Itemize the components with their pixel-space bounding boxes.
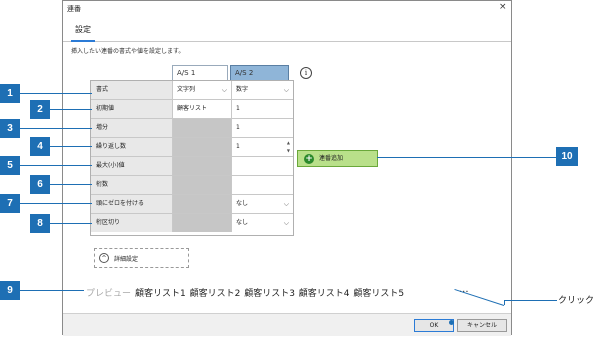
- format-select-as1[interactable]: 文字列 ⌵: [173, 81, 232, 99]
- settings-grid: 書式 文字列 ⌵ 数字 ⌵ 初期値 顧客リスト 1 増分 1 繰り返し数 1 ▲ ▼ 最…: [90, 80, 294, 236]
- chevron-down-icon: ⌵: [283, 200, 289, 208]
- info-icon[interactable]: i: [300, 67, 312, 79]
- row-label: 書式: [91, 81, 173, 99]
- callout-badge-1: 1: [0, 84, 20, 103]
- separator-select-as2[interactable]: なし ⌵: [232, 214, 293, 232]
- close-icon[interactable]: ×: [499, 2, 507, 12]
- tab-bar: 設定: [63, 19, 511, 42]
- row-label: 初期値: [91, 100, 173, 118]
- repeat-as1-disabled: [173, 138, 232, 156]
- cell-value: 1: [236, 143, 240, 150]
- chevron-up-circle-icon: ^: [99, 253, 109, 263]
- increment-as2[interactable]: 1: [232, 119, 293, 137]
- callout-line-2: [50, 109, 92, 110]
- cell-value: 数字: [236, 86, 249, 93]
- cancel-button[interactable]: キャンセル: [457, 319, 507, 332]
- initial-value-as2[interactable]: 1: [232, 100, 293, 118]
- detail-settings-label: 詳細設定: [114, 256, 139, 263]
- callout-line-5: [20, 165, 92, 166]
- digits-as2[interactable]: [232, 176, 293, 194]
- increment-as1-disabled: [173, 119, 232, 137]
- grid-row-digits: 桁数: [91, 176, 293, 195]
- chevron-down-icon: ⌵: [221, 86, 227, 94]
- dialog-footer: OK キャンセル: [63, 313, 511, 336]
- row-label: 最大(小)値: [91, 157, 173, 175]
- plus-circle-icon: +: [304, 154, 314, 164]
- ok-button[interactable]: OK: [414, 319, 454, 332]
- row-label: 増分: [91, 119, 173, 137]
- click-callout-line-h: [505, 300, 557, 301]
- callout-badge-3: 3: [0, 119, 20, 138]
- callout-line-10: [377, 157, 556, 158]
- separator-as1-disabled: [173, 214, 232, 232]
- repeat-stepper-as2[interactable]: 1 ▲ ▼: [232, 138, 293, 156]
- detail-settings-button[interactable]: ^ 詳細設定: [94, 248, 189, 268]
- cell-value: なし: [236, 219, 249, 226]
- callout-line-9: [20, 290, 84, 291]
- chevron-down-icon: ⌵: [283, 219, 289, 227]
- cell-value: 文字列: [177, 86, 196, 93]
- add-sequence-label: 連番追加: [319, 155, 344, 162]
- callout-badge-2: 2: [30, 100, 50, 119]
- click-callout: クリック: [558, 296, 595, 306]
- row-label: 桁数: [91, 176, 173, 194]
- callout-badge-5: 5: [0, 156, 20, 175]
- callout-badge-9: 9: [0, 281, 20, 300]
- format-select-as2[interactable]: 数字 ⌵: [232, 81, 293, 99]
- leading-zero-as1-disabled: [173, 195, 232, 213]
- row-label: 桁区切り: [91, 214, 173, 232]
- preview-label: プレビュー: [86, 289, 132, 299]
- grid-row-leading-zero: 頭にゼロを付ける なし ⌵: [91, 195, 293, 214]
- row-label: 繰り返し数: [91, 138, 173, 156]
- cell-value: なし: [236, 200, 249, 207]
- callout-badge-10: 10: [556, 147, 578, 166]
- initial-value-as1[interactable]: 顧客リスト: [173, 100, 232, 118]
- row-label: 頭にゼロを付ける: [91, 195, 173, 213]
- preview-text: 顧客リスト1 顧客リスト2 顧客リスト3 顧客リスト4 顧客リスト5: [135, 289, 405, 299]
- dialog-title: 連番: [67, 5, 81, 13]
- grid-row-increment: 増分 1: [91, 119, 293, 138]
- spinner-icon[interactable]: ▲ ▼: [287, 139, 290, 155]
- add-sequence-button[interactable]: + 連番追加: [297, 150, 378, 167]
- tab-settings[interactable]: 設定: [71, 24, 95, 42]
- click-marker: [449, 320, 454, 325]
- callout-line-7: [20, 203, 92, 204]
- callout-line-3: [20, 128, 92, 129]
- grid-row-separator: 桁区切り なし ⌵: [91, 214, 293, 233]
- callout-badge-4: 4: [30, 137, 50, 156]
- grid-row-format: 書式 文字列 ⌵ 数字 ⌵: [91, 81, 293, 100]
- callout-badge-8: 8: [30, 214, 50, 233]
- callout-line-8: [50, 223, 92, 224]
- maxmin-as1-disabled: [173, 157, 232, 175]
- digits-as1-disabled: [173, 176, 232, 194]
- chevron-down-icon: ⌵: [283, 86, 289, 94]
- preview: プレビュー 顧客リスト1 顧客リスト2 顧客リスト3 顧客リスト4 顧客リスト5: [86, 286, 404, 299]
- column-header-as2[interactable]: A/S 2: [230, 65, 289, 80]
- callout-line-6: [50, 184, 92, 185]
- leading-zero-select-as2[interactable]: なし ⌵: [232, 195, 293, 213]
- callout-badge-6: 6: [30, 175, 50, 194]
- maxmin-as2[interactable]: [232, 157, 293, 175]
- sequence-dialog: 連番 × 設定 挿入したい連番の書式や値を設定します。 A/S 1 A/S 2 …: [62, 0, 512, 336]
- callout-line-4: [50, 146, 92, 147]
- grid-row-initial: 初期値 顧客リスト 1: [91, 100, 293, 119]
- grid-row-maxmin: 最大(小)値: [91, 157, 293, 176]
- callout-line-1: [20, 93, 92, 94]
- column-header-as1[interactable]: A/S 1: [172, 65, 228, 80]
- description: 挿入したい連番の書式や値を設定します。: [71, 48, 185, 55]
- callout-badge-7: 7: [0, 194, 20, 213]
- grid-row-repeat: 繰り返し数 1 ▲ ▼: [91, 138, 293, 157]
